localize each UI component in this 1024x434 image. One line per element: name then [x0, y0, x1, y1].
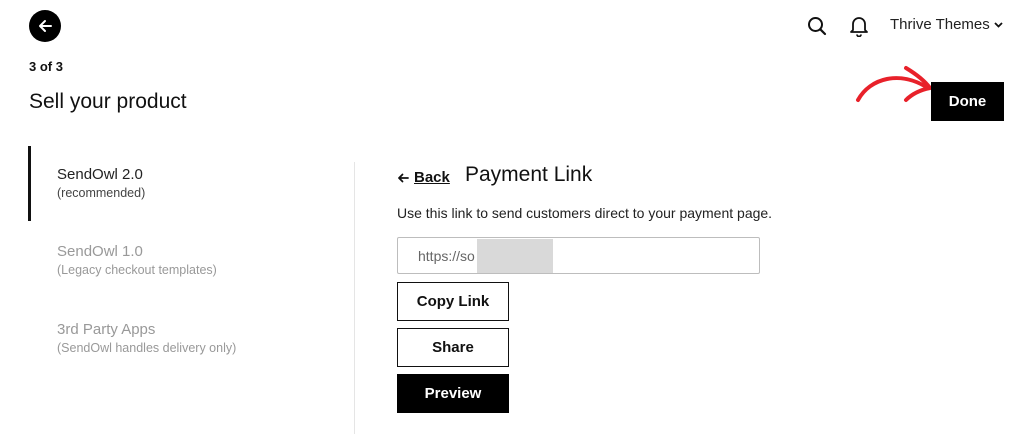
search-button[interactable]	[806, 14, 828, 38]
notifications-button[interactable]	[848, 13, 870, 39]
sidebar-active-indicator	[28, 146, 31, 221]
chevron-down-icon	[994, 21, 1003, 28]
back-link-label: Back	[414, 169, 450, 186]
sidebar-item-subtitle: (recommended)	[57, 186, 146, 201]
done-button[interactable]: Done	[931, 82, 1004, 121]
annotation-arrow-icon	[856, 66, 932, 102]
sidebar-item-sendowl-1[interactable]: SendOwl 1.0 (Legacy checkout templates)	[57, 242, 217, 279]
page-title: Sell your product	[29, 90, 187, 113]
sidebar-item-title: SendOwl 1.0	[57, 243, 143, 260]
sidebar-item-title: 3rd Party Apps	[57, 321, 156, 338]
sidebar-item-subtitle: (SendOwl handles delivery only)	[57, 341, 237, 356]
description-text: Use this link to send customers direct t…	[397, 205, 773, 221]
sidebar-item-title: SendOwl 2.0	[57, 166, 143, 183]
share-button[interactable]: Share	[397, 328, 509, 367]
back-button[interactable]	[29, 10, 61, 42]
sidebar-item-subtitle: (Legacy checkout templates)	[57, 263, 217, 278]
redacted-block	[476, 238, 553, 273]
vertical-divider	[354, 162, 355, 434]
payment-link-field[interactable]: https://so	[397, 237, 760, 274]
left-arrow-icon	[398, 173, 409, 182]
sidebar-item-sendowl-2[interactable]: SendOwl 2.0 (recommended)	[57, 165, 145, 202]
payment-link-value: https://so	[418, 247, 475, 264]
bell-icon	[850, 17, 868, 37]
copy-link-button[interactable]: Copy Link	[397, 282, 509, 321]
account-menu[interactable]: Thrive Themes	[890, 16, 1003, 33]
sidebar-item-third-party-apps[interactable]: 3rd Party Apps (SendOwl handles delivery…	[57, 320, 236, 357]
back-link[interactable]: Back	[397, 169, 450, 186]
back-arrow-icon	[39, 20, 52, 32]
section-title: Payment Link	[465, 163, 593, 186]
step-indicator: 3 of 3	[29, 59, 63, 74]
account-name: Thrive Themes	[890, 16, 990, 33]
search-icon	[808, 17, 827, 36]
preview-button[interactable]: Preview	[397, 374, 509, 413]
